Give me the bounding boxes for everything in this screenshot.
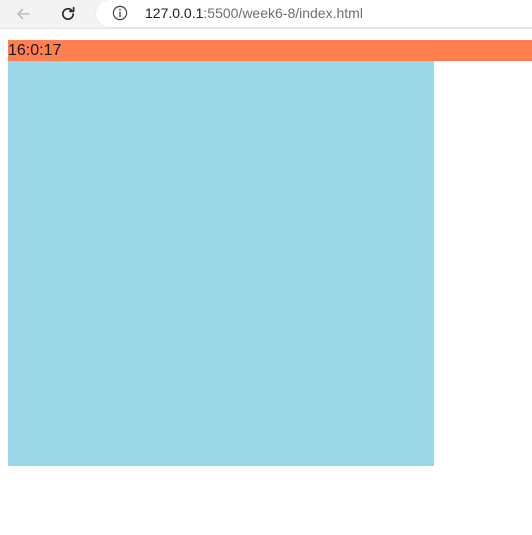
url-path: :5500/week6-8/index.html [203,5,363,21]
blue-box [8,61,434,466]
clock-text: 16:0:17 [8,42,62,59]
page-content: 16:0:17 [0,29,532,535]
back-button[interactable] [12,3,34,25]
url-text[interactable]: 127.0.0.1:5500/week6-8/index.html [145,5,363,21]
clock-bar: 16:0:17 [8,40,532,61]
site-info-icon[interactable] [112,5,128,21]
url-host: 127.0.0.1 [145,5,204,21]
reload-button[interactable] [57,3,79,25]
browser-toolbar: 127.0.0.1:5500/week6-8/index.html [0,0,532,29]
back-arrow-icon [17,8,30,20]
address-bar[interactable]: 127.0.0.1:5500/week6-8/index.html [96,0,532,27]
reload-icon [62,6,75,20]
